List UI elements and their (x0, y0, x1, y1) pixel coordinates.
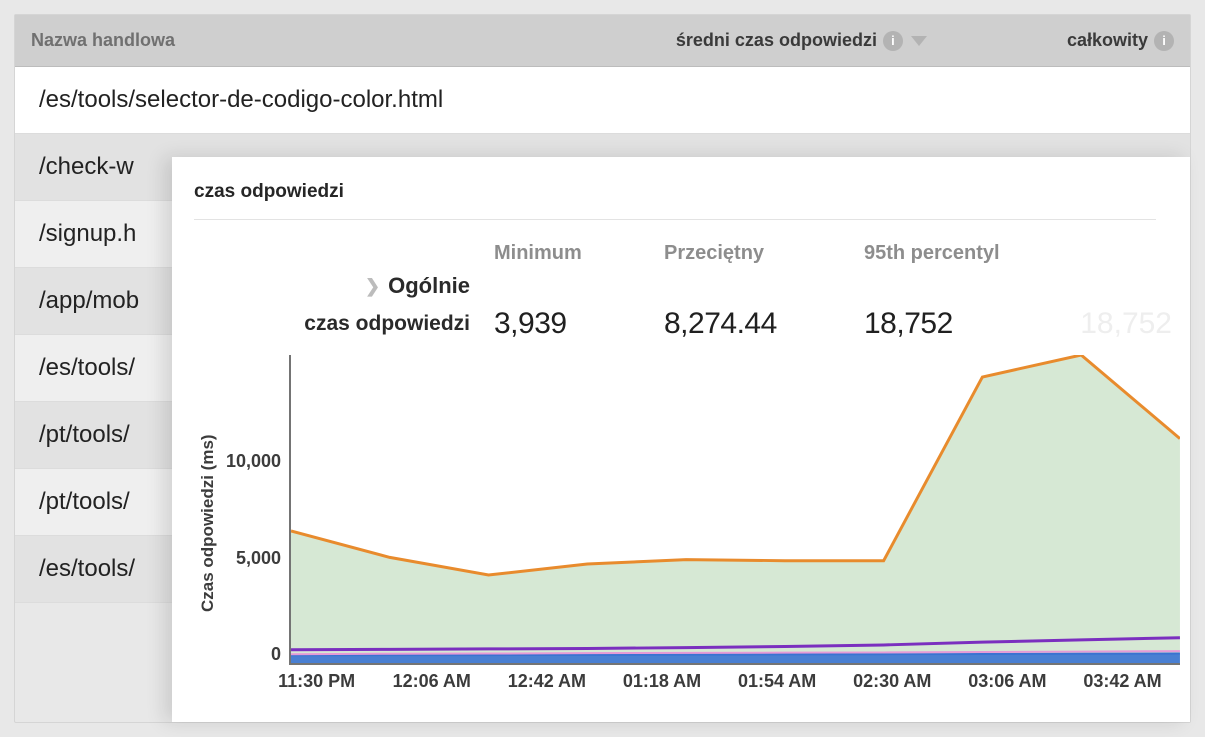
stat-header-avg: Przeciętny (664, 242, 864, 265)
table-header: Nazwa handlowa średni czas odpowiedzi i … (15, 15, 1190, 67)
overall-label-text: Ogólnie (388, 273, 470, 299)
stat-value-min: 3,939 (494, 307, 664, 341)
col-header-total[interactable]: całkowity i (1067, 30, 1174, 51)
info-icon[interactable]: i (1154, 31, 1174, 51)
chart: Czas odpowiedzi (ms) . 10,000 5,000 0 11… (194, 355, 1180, 692)
stat-value-ghost: 18,752 (1044, 307, 1180, 341)
x-tick: 02:30 AM (835, 671, 950, 692)
chart-svg (289, 355, 1180, 665)
detail-flyout: czas odpowiedzi Minimum Przeciętny 95th … (172, 157, 1190, 722)
y-tick: 5,000 (236, 548, 281, 569)
col-header-name[interactable]: Nazwa handlowa (31, 30, 676, 51)
stat-value-avg: 8,274.44 (664, 307, 864, 341)
chart-x-ticks: 11:30 PM12:06 AM12:42 AM01:18 AM01:54 AM… (259, 665, 1180, 692)
x-tick: 03:06 AM (950, 671, 1065, 692)
flyout-title: czas odpowiedzi (194, 181, 1156, 220)
x-tick: 12:42 AM (489, 671, 604, 692)
x-tick: 01:54 AM (720, 671, 835, 692)
x-tick: 12:06 AM (374, 671, 489, 692)
main-panel: Nazwa handlowa średni czas odpowiedzi i … (14, 14, 1191, 723)
stat-row-label: czas odpowiedzi (194, 312, 494, 336)
col-header-total-label: całkowity (1067, 30, 1148, 51)
chart-y-ticks: . 10,000 5,000 0 (222, 355, 289, 665)
stat-header-p95: 95th percentyl (864, 242, 1044, 265)
chevron-right-icon: ❯ (365, 276, 380, 297)
col-header-response-time-label: średni czas odpowiedzi (676, 30, 877, 51)
info-icon[interactable]: i (883, 31, 903, 51)
y-tick: 10,000 (226, 451, 281, 472)
col-header-response-time[interactable]: średni czas odpowiedzi i (676, 30, 927, 51)
chart-y-axis-label: Czas odpowiedzi (ms) (194, 355, 222, 692)
overall-toggle[interactable]: ❯ Ogólnie (194, 273, 494, 299)
x-tick: 01:18 AM (604, 671, 719, 692)
y-tick: 0 (271, 644, 281, 665)
x-tick: 11:30 PM (259, 671, 374, 692)
stats-block: Minimum Przeciętny 95th percentyl ❯ Ogól… (194, 220, 1180, 349)
stat-header-min: Minimum (494, 242, 664, 265)
table-row[interactable]: /es/tools/selector-de-codigo-color.html (15, 67, 1190, 134)
chart-plot-area: 11:30 PM12:06 AM12:42 AM01:18 AM01:54 AM… (289, 355, 1180, 692)
x-tick: 03:42 AM (1065, 671, 1180, 692)
chevron-down-icon[interactable] (911, 36, 927, 46)
stat-value-p95: 18,752 (864, 307, 1044, 341)
